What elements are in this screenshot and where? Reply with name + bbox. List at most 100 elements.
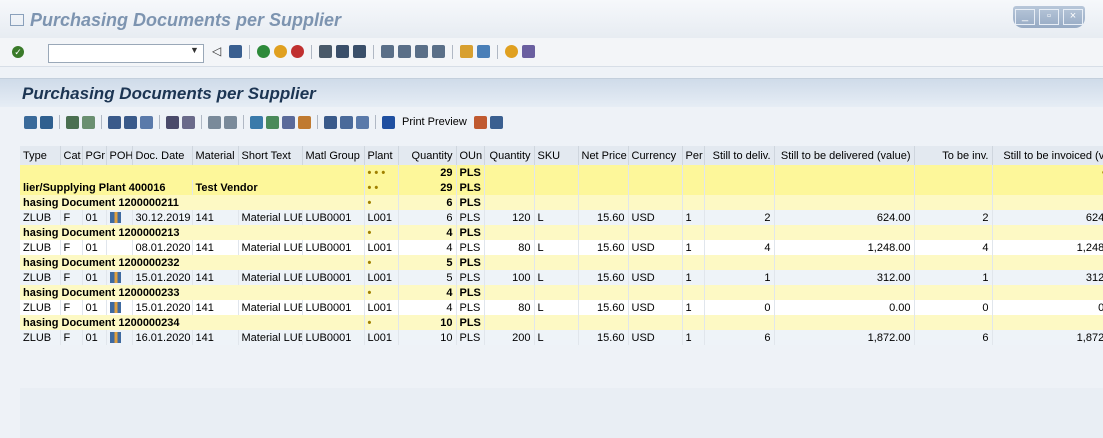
table-cell: 624.00 bbox=[992, 210, 1103, 225]
next-page-icon[interactable] bbox=[415, 45, 428, 58]
filter-icon[interactable] bbox=[140, 115, 153, 129]
new-session-icon[interactable] bbox=[460, 45, 473, 58]
graphic-icon[interactable] bbox=[282, 115, 295, 129]
print-preview-button[interactable]: Print Preview bbox=[402, 116, 467, 128]
select-all-icon[interactable] bbox=[66, 115, 79, 129]
column-header[interactable]: Quantity bbox=[484, 146, 535, 165]
save-icon[interactable] bbox=[229, 45, 242, 58]
document-subtotal-row[interactable]: hasing Document 1200000211•6PLS• bbox=[20, 195, 1103, 210]
column-header[interactable]: Quantity bbox=[398, 146, 457, 165]
previous-page-icon[interactable] bbox=[398, 45, 411, 58]
settings-icon[interactable] bbox=[489, 115, 503, 129]
document-subtotal-row[interactable]: hasing Document 1200000232•5PLS• bbox=[20, 255, 1103, 270]
table-cell bbox=[774, 255, 915, 270]
table-cell: USD bbox=[628, 300, 683, 315]
table-cell: PLS bbox=[456, 330, 485, 345]
column-header[interactable]: Short Text bbox=[238, 146, 303, 165]
close-icon[interactable]: × bbox=[1063, 9, 1083, 25]
maximize-icon[interactable]: ▫ bbox=[1039, 9, 1059, 25]
group-unit: PLS bbox=[456, 165, 485, 180]
back-arrow-icon[interactable]: ◁ bbox=[212, 45, 225, 58]
change-layout-icon[interactable] bbox=[324, 115, 337, 129]
column-header[interactable]: OUn bbox=[456, 146, 485, 165]
table-row[interactable]: ZLUB F 01 15.01.2020 141 Material LUB LUB0001 L… bbox=[20, 300, 1103, 315]
table-row[interactable]: ZLUB F 01 15.01.2020 141 Material LUB LUB0001 L… bbox=[20, 270, 1103, 285]
column-header[interactable]: Material bbox=[192, 146, 239, 165]
group-quantity: 6 bbox=[398, 195, 457, 210]
column-header[interactable]: POH bbox=[106, 146, 133, 165]
poh-cell bbox=[106, 210, 133, 225]
group-quantity: 29 bbox=[398, 180, 457, 195]
subtotal-icon[interactable] bbox=[182, 115, 195, 129]
minimize-icon[interactable]: _ bbox=[1015, 9, 1035, 25]
po-history-icon[interactable] bbox=[109, 212, 121, 224]
group-unit: PLS bbox=[456, 315, 485, 330]
table-cell: 80 bbox=[484, 240, 535, 255]
column-header[interactable]: Net Price bbox=[578, 146, 629, 165]
expand-icon[interactable] bbox=[224, 115, 237, 129]
first-page-icon[interactable] bbox=[381, 45, 394, 58]
exit-icon[interactable] bbox=[274, 45, 287, 58]
enter-icon[interactable]: ✓ bbox=[12, 46, 24, 58]
info-icon[interactable] bbox=[382, 115, 395, 129]
column-header[interactable]: To be inv. bbox=[914, 146, 993, 165]
grand-total-row[interactable]: • • •29PLS• • • bbox=[20, 165, 1103, 180]
select-layout-icon[interactable] bbox=[340, 115, 353, 129]
po-history-icon[interactable] bbox=[109, 272, 121, 284]
table-cell: 01 bbox=[82, 270, 107, 285]
column-header[interactable]: Type bbox=[20, 146, 61, 165]
table-row[interactable]: ZLUB F 01 30.12.2019 141 Material LUB LUB0001 L… bbox=[20, 210, 1103, 225]
save-layout-icon[interactable] bbox=[356, 115, 369, 129]
column-header[interactable]: Plant bbox=[364, 146, 399, 165]
column-header[interactable]: PGr bbox=[82, 146, 107, 165]
column-header[interactable]: Cat bbox=[60, 146, 83, 165]
chevron-down-icon[interactable]: ▼ bbox=[190, 45, 199, 55]
table-row[interactable]: ZLUB F 01 16.01.2020 141 Material LUB LUB0001 L… bbox=[20, 330, 1103, 345]
print-icon[interactable] bbox=[319, 45, 332, 58]
group-quantity: 29 bbox=[398, 165, 457, 180]
sort-descending-icon[interactable] bbox=[124, 115, 137, 129]
shortcut-icon[interactable] bbox=[477, 45, 490, 58]
document-subtotal-row[interactable]: hasing Document 1200000213•4PLS• bbox=[20, 225, 1103, 240]
table-cell: 1,248.00 bbox=[992, 240, 1103, 255]
column-header[interactable]: Still to be delivered (value) bbox=[774, 146, 915, 165]
column-header[interactable]: Currency bbox=[628, 146, 683, 165]
po-history-icon[interactable] bbox=[109, 302, 121, 314]
details-icon[interactable] bbox=[24, 115, 37, 129]
find-next-icon[interactable] bbox=[353, 45, 366, 58]
table-cell bbox=[704, 225, 775, 240]
column-header[interactable]: SKU bbox=[534, 146, 579, 165]
sort-ascending-icon[interactable] bbox=[108, 115, 121, 129]
find-icon[interactable] bbox=[336, 45, 349, 58]
deselect-all-icon[interactable] bbox=[82, 115, 95, 129]
view-icon[interactable] bbox=[473, 115, 487, 129]
column-header[interactable]: Per bbox=[682, 146, 705, 165]
command-field[interactable] bbox=[48, 44, 204, 63]
supplier-total-row[interactable]: lier/Supplying Plant 400016 Test Vendor • … bbox=[20, 180, 1103, 195]
column-header[interactable]: Still to be invoiced (val.) bbox=[992, 146, 1103, 165]
last-page-icon[interactable] bbox=[432, 45, 445, 58]
document-subtotal-row[interactable]: hasing Document 1200000233•4PLS• bbox=[20, 285, 1103, 300]
column-header[interactable]: Matl Group bbox=[302, 146, 365, 165]
document-subtotal-row[interactable]: hasing Document 1200000234•10PLS• bbox=[20, 315, 1103, 330]
display-document-icon[interactable] bbox=[40, 115, 53, 129]
po-history-icon[interactable] bbox=[109, 332, 121, 344]
table-cell bbox=[484, 225, 535, 240]
sum-icon[interactable] bbox=[166, 115, 179, 129]
help-icon[interactable] bbox=[505, 45, 518, 58]
refresh-icon[interactable] bbox=[208, 115, 221, 129]
print-preview-icon[interactable] bbox=[250, 115, 263, 129]
export-icon[interactable] bbox=[266, 115, 279, 129]
cancel-icon[interactable] bbox=[291, 45, 304, 58]
abc-analysis-icon[interactable] bbox=[298, 115, 311, 129]
back-icon[interactable] bbox=[257, 45, 270, 58]
group-end-dots: • bbox=[992, 315, 1103, 330]
table-cell: 0 bbox=[914, 300, 993, 315]
table-row[interactable]: ZLUB F 01 08.01.2020 141 Material LUB LUB0001 L… bbox=[20, 240, 1103, 255]
layout-icon[interactable] bbox=[522, 45, 535, 58]
table-cell: 120 bbox=[484, 210, 535, 225]
column-header[interactable]: Still to deliv. bbox=[704, 146, 775, 165]
table-cell bbox=[628, 255, 683, 270]
column-header[interactable]: Doc. Date bbox=[132, 146, 193, 165]
menu-icon[interactable] bbox=[10, 14, 24, 26]
